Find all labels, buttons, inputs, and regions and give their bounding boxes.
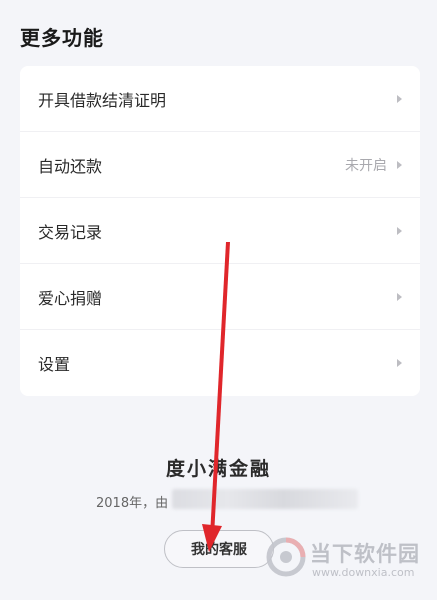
footer-notice: 2018年，由 [96,496,169,511]
menu-item-auto-repay[interactable]: 自动还款 未开启 [20,132,420,198]
menu-item-charity-donation[interactable]: 爱心捐赠 [20,264,420,330]
downxia-logo-icon [266,537,306,577]
chevron-right-icon [397,94,402,103]
menu-item-label: 交易记录 [38,222,103,242]
menu-item-settlement-certificate[interactable]: 开具借款结清证明 [20,66,420,132]
watermark: 当下软件园 www.downxia.com [266,530,431,584]
menu-item-label: 开具借款结清证明 [38,90,167,110]
section-title: 更多功能 [20,26,104,50]
menu-item-label: 自动还款 [38,156,103,176]
menu-item-label: 爱心捐赠 [38,288,103,308]
menu-item-label: 设置 [38,355,71,374]
more-features-card: 开具借款结清证明 自动还款 未开启 交易记录 爱心捐赠 设置 [20,66,420,396]
chevron-right-icon [397,226,402,235]
watermark-name: 当下软件园 [310,542,420,566]
redacted-text [172,489,358,509]
chevron-right-icon [397,359,402,367]
customer-service-button[interactable]: 我的客服 [164,530,274,568]
chevron-right-icon [397,160,402,169]
chevron-right-icon [397,292,402,301]
menu-item-transaction-records[interactable]: 交易记录 [20,198,420,264]
watermark-url: www.downxia.com [312,566,415,579]
menu-item-settings[interactable]: 设置 [20,330,420,396]
auto-repay-status: 未开启 [345,157,387,174]
brand-name: 度小满金融 [165,458,271,480]
